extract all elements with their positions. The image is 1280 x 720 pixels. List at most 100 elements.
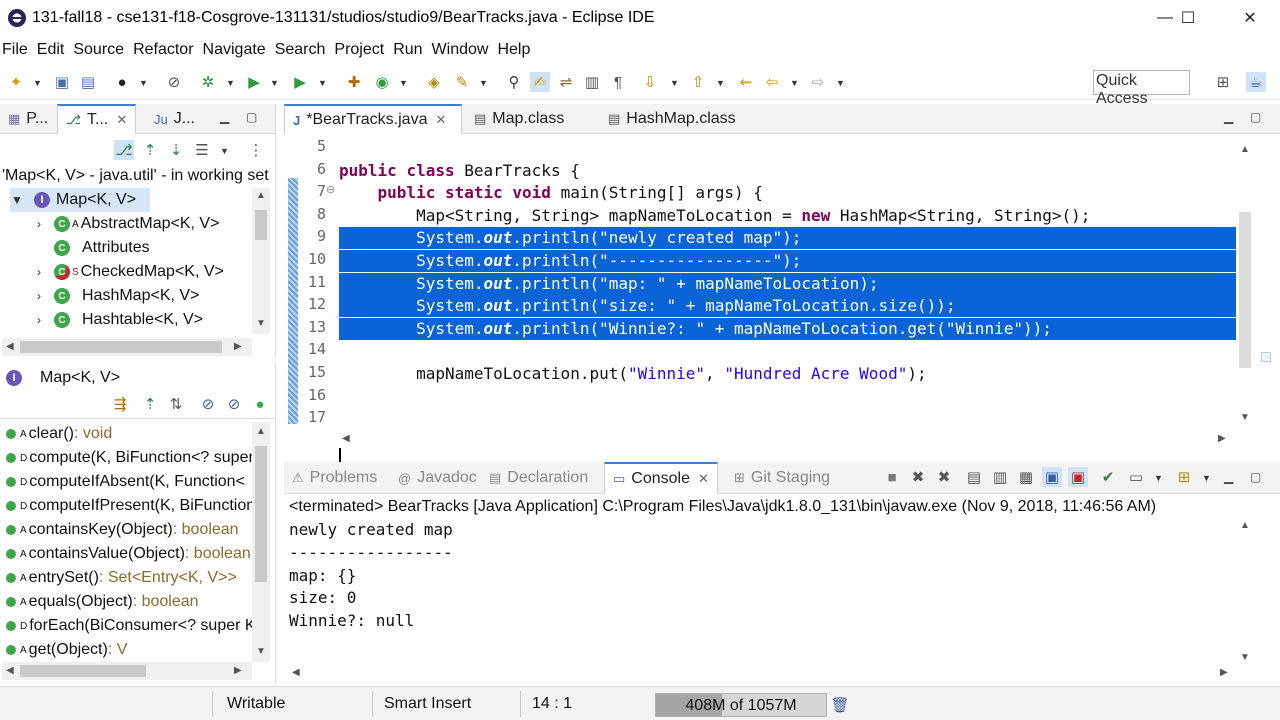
- heap-status[interactable]: 408M of 1057M: [655, 693, 827, 717]
- code-line[interactable]: [339, 408, 1236, 430]
- history-icon[interactable]: ☰: [192, 140, 212, 160]
- chevron-down-icon[interactable]: ▼: [33, 78, 42, 88]
- run-external-icon[interactable]: ▶: [290, 72, 310, 92]
- scroll-left-icon[interactable]: ◀: [6, 341, 14, 352]
- code-line[interactable]: System.out.println("Winnie?: " + mapName…: [339, 317, 1236, 340]
- word-wrap-icon[interactable]: ▦: [1016, 467, 1036, 487]
- toggle-mark-icon[interactable]: ⇌: [556, 72, 576, 92]
- scroll-up-icon[interactable]: ▲: [256, 190, 266, 201]
- new-package-icon[interactable]: ✚: [344, 72, 364, 92]
- chevron-right-icon[interactable]: ›: [32, 289, 46, 303]
- show-supertype-icon[interactable]: ⇡: [140, 140, 160, 160]
- previous-annotation-icon[interactable]: ⇧: [688, 72, 708, 92]
- scroll-left-icon[interactable]: ◀: [6, 665, 14, 676]
- show-whitespace-icon[interactable]: ¶: [608, 72, 628, 92]
- chevron-down-icon[interactable]: ▼: [836, 78, 845, 88]
- hide-fields-icon[interactable]: ⊘: [198, 394, 218, 414]
- minimize-icon[interactable]: ▁: [1224, 110, 1233, 124]
- menu-refactor[interactable]: Refactor: [131, 41, 198, 59]
- sort-icon[interactable]: ⇅: [166, 394, 186, 414]
- remove-launch-icon[interactable]: ✖: [908, 467, 928, 487]
- tree-item-map[interactable]: ▼ I Map<K, V>: [10, 188, 150, 212]
- chevron-right-icon[interactable]: ›: [32, 265, 46, 279]
- menu-window[interactable]: Window: [430, 41, 494, 59]
- editor-horizontal-scrollbar[interactable]: ◀ ▶: [334, 430, 1234, 448]
- scroll-lock-icon[interactable]: ▥: [990, 467, 1010, 487]
- back-icon[interactable]: ⇦: [762, 72, 782, 92]
- code-line[interactable]: public static void main(String[] args) {: [339, 182, 1236, 204]
- tree-item-hashmap[interactable]: › C HashMap<K, V>: [32, 284, 199, 308]
- open-console-icon[interactable]: ⊞: [1174, 467, 1194, 487]
- vertical-scrollbar[interactable]: ▲ ▼: [252, 422, 270, 662]
- code-line[interactable]: System.out.println("newly created map");: [339, 227, 1236, 250]
- member-item[interactable]: Dcompute(K, BiFunction<? super: [6, 446, 252, 470]
- scroll-right-icon[interactable]: ▶: [1220, 667, 1228, 678]
- maximize-icon[interactable]: ▢: [246, 110, 257, 124]
- scroll-right-icon[interactable]: ▶: [234, 341, 242, 352]
- tab-type-hierarchy[interactable]: ⎇ T... ✕: [57, 104, 137, 134]
- chevron-right-icon[interactable]: ›: [32, 313, 46, 327]
- member-item[interactable]: AcontainsValue(Object) : boolean: [6, 542, 252, 566]
- close-icon[interactable]: ✕: [116, 112, 127, 128]
- debug-icon[interactable]: ✲: [198, 72, 218, 92]
- scroll-up-icon[interactable]: ▲: [1240, 520, 1250, 531]
- scroll-left-icon[interactable]: ◀: [342, 433, 350, 444]
- tree-item-abstractmap[interactable]: › C A AbstractMap<K, V>: [32, 212, 219, 236]
- minimize-icon[interactable]: ▁: [220, 110, 229, 124]
- tab-junit[interactable]: Ju J...: [146, 104, 203, 134]
- chevron-down-icon[interactable]: ▼: [399, 78, 408, 88]
- forward-icon[interactable]: ⇨: [808, 72, 828, 92]
- chevron-down-icon[interactable]: ▼: [670, 78, 679, 88]
- code-line[interactable]: [339, 386, 1236, 408]
- code-line[interactable]: [339, 340, 1236, 362]
- scrollbar-thumb[interactable]: [255, 210, 267, 240]
- chevron-down-icon[interactable]: ▼: [318, 78, 327, 88]
- show-on-error-icon[interactable]: ▣: [1068, 467, 1088, 487]
- menu-help[interactable]: Help: [495, 41, 535, 59]
- console-horizontal-scrollbar[interactable]: ◀ ▶: [284, 664, 1236, 682]
- quick-access-input[interactable]: Quick Access: [1093, 70, 1190, 107]
- tree-item-attributes[interactable]: C Attributes: [54, 236, 150, 260]
- member-item[interactable]: Aclear() : void: [6, 422, 252, 446]
- horizontal-scrollbar[interactable]: ◀ ▶: [2, 662, 252, 680]
- save-all-icon[interactable]: ▤: [78, 72, 98, 92]
- tab-console[interactable]: ▭ Console ✕: [604, 462, 718, 494]
- scrollbar-thumb[interactable]: [20, 341, 222, 353]
- overview-ruler-marker[interactable]: [1261, 352, 1271, 362]
- remove-all-icon[interactable]: ✖: [934, 467, 954, 487]
- lock-view-icon[interactable]: ⇶: [110, 394, 130, 414]
- tab-package-explorer[interactable]: ▦ P...: [0, 104, 56, 134]
- scroll-down-icon[interactable]: ▼: [256, 646, 266, 657]
- java-perspective-icon[interactable]: ☕: [1246, 72, 1266, 92]
- editor-vertical-scrollbar[interactable]: ▲ ▼: [1236, 136, 1254, 428]
- search-icon[interactable]: ⚲: [504, 72, 524, 92]
- show-subtype-icon[interactable]: ⇣: [166, 140, 186, 160]
- menu-run[interactable]: Run: [391, 41, 427, 59]
- hide-static-icon[interactable]: ⊘: [224, 394, 244, 414]
- next-annotation-icon[interactable]: ⇩: [640, 72, 660, 92]
- scroll-up-icon[interactable]: ▲: [256, 426, 266, 437]
- terminate-icon[interactable]: ■: [882, 467, 902, 487]
- member-item[interactable]: AcontainsKey(Object) : boolean: [6, 518, 252, 542]
- menu-project[interactable]: Project: [332, 41, 389, 59]
- menu-edit[interactable]: Edit: [35, 41, 70, 59]
- chevron-down-icon[interactable]: ▼: [716, 78, 725, 88]
- vertical-scrollbar[interactable]: ▲ ▼: [252, 188, 270, 334]
- skip-breakpoints-icon[interactable]: ⊘: [164, 72, 184, 92]
- run-icon[interactable]: ▶: [244, 72, 264, 92]
- close-icon[interactable]: ✕: [435, 112, 446, 128]
- scroll-up-icon[interactable]: ▲: [1240, 144, 1250, 155]
- chevron-down-icon[interactable]: ▼: [220, 146, 229, 156]
- chevron-down-icon[interactable]: ▼: [270, 78, 279, 88]
- hide-nonpublic-icon[interactable]: ●: [250, 394, 270, 414]
- scrollbar-thumb[interactable]: [1239, 212, 1251, 368]
- highlight-icon[interactable]: ✍: [530, 72, 550, 92]
- block-selection-icon[interactable]: ▥: [582, 72, 602, 92]
- code-area[interactable]: public class BearTracks { public static …: [339, 136, 1236, 428]
- close-icon[interactable]: ✕: [698, 471, 709, 487]
- member-item[interactable]: DcomputeIfAbsent(K, Function<: [6, 470, 252, 494]
- scrollbar-thumb[interactable]: [20, 665, 146, 677]
- show-on-output-icon[interactable]: ▣: [1042, 467, 1062, 487]
- minimize-icon[interactable]: ▁: [1224, 470, 1233, 484]
- save-icon[interactable]: ▣: [52, 72, 72, 92]
